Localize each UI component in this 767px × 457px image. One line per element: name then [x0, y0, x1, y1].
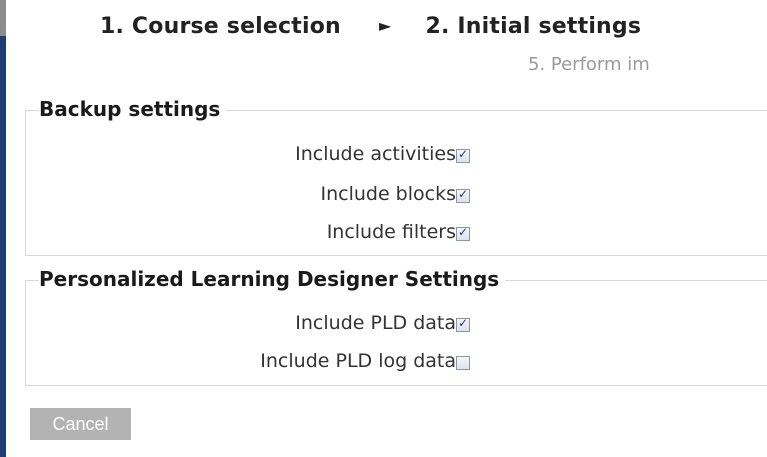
option-row-include-pld-log-data: Include PLD log data	[26, 348, 767, 378]
cancel-button[interactable]: Cancel	[30, 408, 131, 440]
include-filters-label: Include filters	[326, 221, 456, 243]
include-pld-log-data-checkbox[interactable]	[456, 356, 470, 370]
backup-settings-fieldset: Backup settings Include activities Inclu…	[25, 97, 767, 256]
progress-stepper: 1. Course selection ► 2. Initial settings	[100, 14, 641, 39]
left-edge-gray-bar	[0, 0, 6, 36]
include-filters-checkbox[interactable]	[456, 225, 470, 241]
pld-settings-fieldset: Personalized Learning Designer Settings …	[25, 267, 767, 386]
step-arrow-icon: ►	[378, 16, 392, 35]
left-edge-blue-bar	[0, 36, 6, 457]
include-activities-label: Include activities	[295, 143, 456, 165]
backup-settings-legend: Backup settings	[39, 97, 227, 121]
include-activities-checkbox[interactable]	[456, 147, 470, 163]
option-row-include-filters: Include filters	[26, 219, 767, 249]
option-row-include-activities: Include activities	[26, 141, 767, 171]
include-pld-data-label: Include PLD data	[295, 312, 456, 334]
step-perform-import: 5. Perform im	[528, 54, 650, 75]
backup-page: 1. Course selection ► 2. Initial settings …	[0, 0, 767, 457]
step-course-selection: 1. Course selection	[100, 14, 341, 39]
option-row-include-pld-data: Include PLD data	[26, 310, 767, 340]
option-row-include-blocks: Include blocks	[26, 181, 767, 211]
include-pld-data-checkbox[interactable]	[456, 316, 470, 332]
include-blocks-checkbox[interactable]	[456, 187, 470, 203]
include-blocks-label: Include blocks	[320, 183, 456, 205]
include-pld-log-data-label: Include PLD log data	[260, 350, 456, 372]
pld-settings-legend: Personalized Learning Designer Settings	[39, 267, 506, 291]
step-initial-settings: 2. Initial settings	[425, 14, 642, 39]
